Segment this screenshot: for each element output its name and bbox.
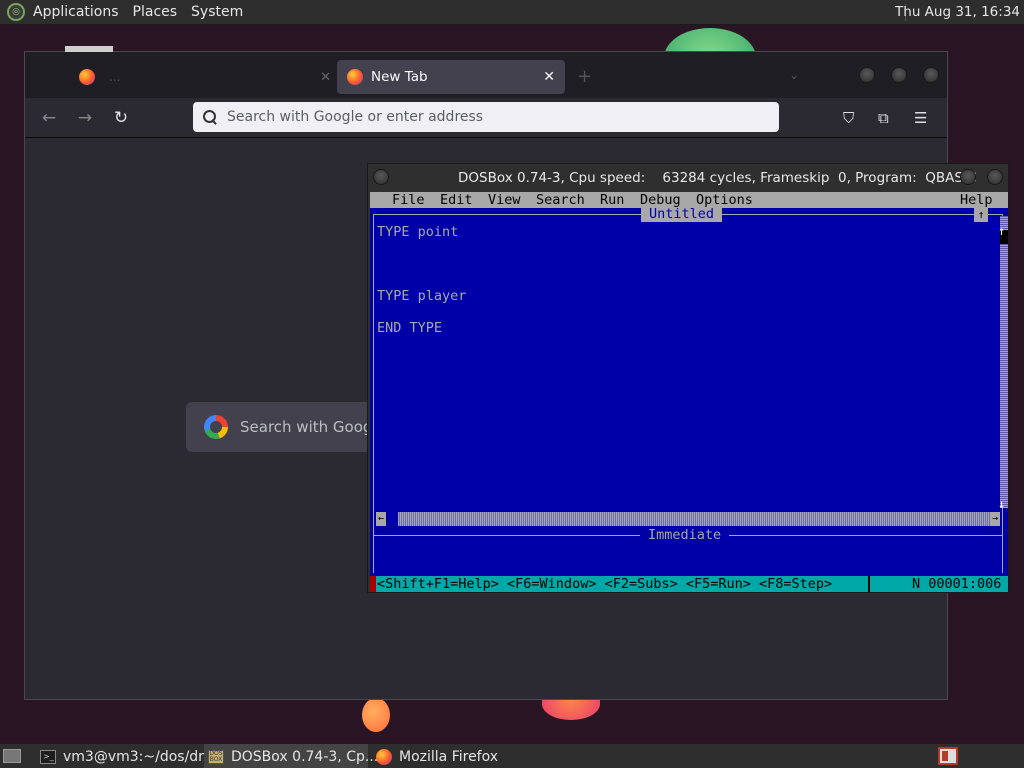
close-icon[interactable]: ✕ — [543, 69, 555, 85]
mate-logo-icon[interactable]: ◎ — [7, 3, 25, 21]
qbasic-screen[interactable]: File Edit View Search Run Debug Options … — [370, 192, 1008, 592]
list-all-tabs-button[interactable]: ⌄ — [789, 68, 799, 82]
dosbox-window: DOSBox 0.74-3, Cpu speed: 63284 cycles, … — [367, 163, 1009, 593]
newtab-search-placeholder: Search with Google — [240, 418, 386, 436]
cursor-position: N 00001:006 — [912, 576, 1002, 592]
back-button[interactable]: ← — [39, 108, 59, 128]
tab-title: New Tab — [371, 69, 428, 85]
vertical-scrollbar[interactable] — [1000, 216, 1008, 508]
immediate-title: Immediate — [640, 527, 730, 543]
forward-button[interactable]: → — [75, 108, 95, 128]
code-line: END TYPE — [377, 320, 443, 336]
menu-icon[interactable]: ☰ — [914, 109, 927, 127]
minimize-button[interactable] — [859, 67, 875, 83]
code-line: TYPE player — [377, 288, 467, 304]
horizontal-scrollbar[interactable]: ← → — [376, 512, 1000, 526]
dosbox-icon: DOS BOX — [208, 749, 224, 764]
menu-places[interactable]: Places — [133, 4, 178, 20]
taskbar: >_ vm3@vm3:~/dos/dr... DOS BOX DOSBox 0.7… — [0, 743, 1024, 768]
minimize-button[interactable] — [960, 169, 976, 185]
show-desktop-icon[interactable] — [3, 749, 21, 763]
terminal-icon: >_ — [40, 749, 56, 764]
extensions-icon[interactable]: ⧉ — [878, 109, 889, 127]
code-line: TYPE point — [377, 224, 459, 240]
taskbar-item-dosbox[interactable]: DOS BOX DOSBox 0.74-3, Cp... — [204, 744, 378, 768]
taskbar-item-label: Mozilla Firefox — [399, 748, 499, 765]
window-menu-button[interactable] — [373, 169, 389, 185]
taskbar-item-label: DOSBox 0.74-3, Cp... — [231, 748, 379, 765]
close-window-button[interactable] — [987, 169, 1003, 185]
tab-background[interactable]: ... ✕ — [69, 60, 337, 94]
divider — [868, 576, 870, 592]
status-keys: <Shift+F1=Help> <F6=Window> <F2=Subs> <F… — [377, 576, 833, 592]
nav-toolbar: ← → ↻ Search with Google or enter addres… — [25, 98, 947, 138]
reload-button[interactable]: ↻ — [111, 108, 131, 128]
new-tab-button[interactable]: + — [577, 66, 592, 87]
close-icon[interactable]: ✕ — [320, 70, 331, 85]
divider — [1002, 535, 1003, 573]
wallpaper-shape — [362, 698, 390, 732]
menu-applications[interactable]: Applications — [33, 4, 119, 20]
scroll-left-icon[interactable]: ← — [376, 512, 386, 526]
editor-title: Untitled — [641, 207, 723, 222]
window-title: DOSBox 0.74-3, Cpu speed: 63284 cycles, … — [458, 170, 977, 186]
ghost-tab — [65, 46, 113, 52]
search-icon — [203, 110, 217, 124]
editor-frame — [373, 214, 1003, 540]
tab-bar: ... ✕ New Tab ✕ + ⌄ — [25, 46, 947, 98]
workspace-switcher[interactable] — [938, 747, 958, 765]
scroll-right-icon[interactable]: → — [990, 512, 1000, 526]
tab-new-tab[interactable]: New Tab ✕ — [337, 60, 565, 94]
status-bar: <Shift+F1=Help> <F6=Window> <F2=Subs> <F… — [370, 576, 1008, 592]
maximize-button[interactable] — [891, 67, 907, 83]
menu-search[interactable]: Search — [536, 192, 585, 208]
close-window-button[interactable] — [923, 67, 939, 83]
url-placeholder: Search with Google or enter address — [227, 109, 484, 125]
menu-edit[interactable]: Edit — [440, 192, 473, 208]
google-icon — [204, 415, 228, 439]
taskbar-item-terminal[interactable]: >_ vm3@vm3:~/dos/dr... — [38, 744, 216, 768]
taskbar-item-label: vm3@vm3:~/dos/dr... — [63, 748, 216, 765]
firefox-icon — [79, 69, 95, 85]
top-panel: ◎ Applications Places System Thu Aug 31,… — [0, 0, 1024, 25]
menu-file[interactable]: File — [392, 192, 425, 208]
taskbar-item-firefox[interactable]: Mozilla Firefox — [372, 744, 536, 768]
status-indicator — [370, 576, 376, 592]
menu-system[interactable]: System — [191, 4, 243, 20]
window-titlebar[interactable]: DOSBox 0.74-3, Cpu speed: 63284 cycles, … — [368, 164, 1008, 192]
firefox-icon — [376, 748, 392, 765]
newtab-search-box[interactable]: Search with Google — [186, 402, 386, 452]
tab-title: ... — [109, 70, 121, 84]
firefox-icon — [347, 69, 363, 85]
maximize-box[interactable]: ↑ — [974, 208, 988, 222]
code-editor[interactable]: TYPE point TYPE player END TYPE — [377, 224, 466, 336]
divider — [373, 535, 374, 573]
clock[interactable]: Thu Aug 31, 16:34 — [895, 4, 1020, 20]
scroll-up-icon[interactable]: ↑ — [998, 224, 1005, 238]
menu-help[interactable]: Help — [960, 192, 993, 208]
scroll-down-icon[interactable]: ↓ — [998, 497, 1005, 511]
pocket-icon[interactable]: ⛉ — [843, 109, 854, 127]
menu-run[interactable]: Run — [600, 192, 624, 208]
menu-view[interactable]: View — [488, 192, 521, 208]
scroll-thumb[interactable] — [386, 512, 398, 526]
url-bar[interactable]: Search with Google or enter address — [193, 102, 779, 132]
